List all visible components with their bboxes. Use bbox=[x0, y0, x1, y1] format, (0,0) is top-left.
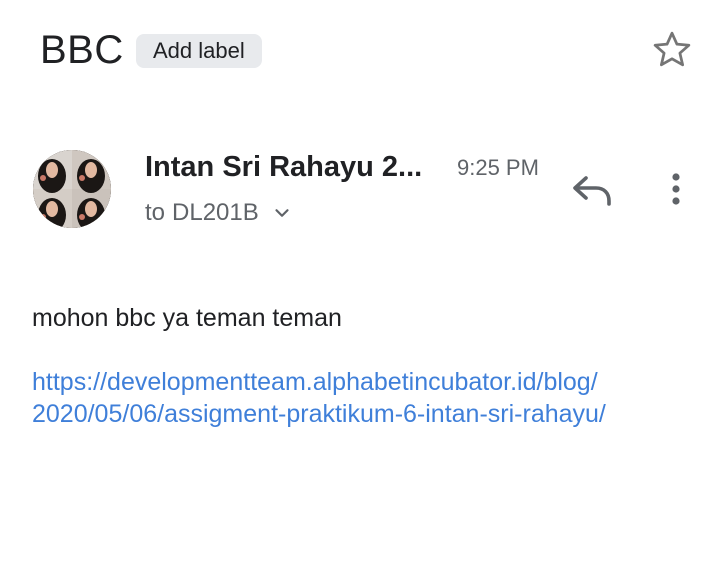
chevron-down-icon[interactable] bbox=[271, 202, 293, 224]
more-vertical-icon[interactable] bbox=[658, 168, 694, 212]
link-line-2[interactable]: 2020/05/06/assigment-praktikum-6-intan-s… bbox=[32, 398, 702, 430]
recipient-prefix: to bbox=[145, 199, 166, 226]
message-time: 9:25 PM bbox=[457, 155, 539, 180]
add-label-chip[interactable]: Add label bbox=[136, 34, 262, 68]
email-subject: BBC bbox=[40, 28, 124, 72]
recipient-name: DL201B bbox=[172, 199, 259, 226]
link-line-1[interactable]: https://developmentteam.alphabetincubato… bbox=[32, 366, 702, 398]
star-icon[interactable] bbox=[650, 28, 694, 72]
recipient-toggle[interactable]: to DL201B bbox=[145, 197, 293, 229]
sender-avatar[interactable] bbox=[33, 150, 111, 228]
message-body-text: mohon bbc ya teman teman bbox=[32, 304, 342, 332]
sender-name[interactable]: Intan Sri Rahayu 2... bbox=[145, 150, 422, 184]
message-link[interactable]: https://developmentteam.alphabetincubato… bbox=[32, 366, 702, 430]
reply-icon[interactable] bbox=[568, 170, 616, 210]
